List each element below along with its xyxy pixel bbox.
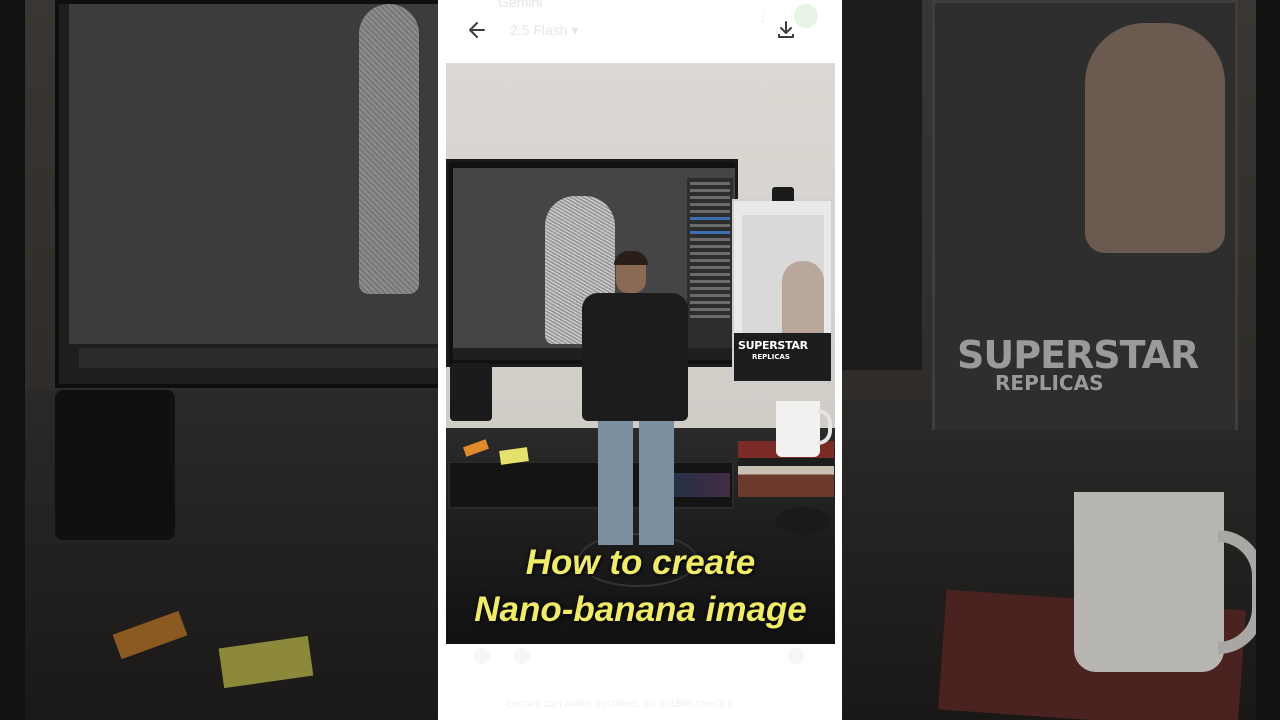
arrow-left-icon <box>469 22 485 38</box>
caption-line-1: How to create <box>525 543 756 582</box>
letterbox-left <box>0 0 25 720</box>
background-left-panel <box>25 0 438 720</box>
background-box-brand-sub: REPLICAS <box>995 371 1104 395</box>
background-speaker <box>55 390 175 540</box>
image-viewer: Gemini 2.5 Flash ▾ ⋮ SUPERSTAR REPLICAS … <box>438 0 842 720</box>
photo-mouse <box>776 507 830 535</box>
figurine-shirt <box>582 293 688 421</box>
photo-box-brand: SUPERSTAR <box>738 339 808 352</box>
background-monitor <box>55 0 438 388</box>
photo-keyboard <box>448 461 734 509</box>
photo-outliner-panel <box>687 178 733 348</box>
background-wireframe-figure <box>359 4 419 294</box>
ghost-more-icon: ⋮ <box>756 8 770 24</box>
download-icon <box>778 21 794 38</box>
ghost-app-title: Gemini <box>498 0 543 10</box>
background-mug <box>1074 492 1224 672</box>
generated-image[interactable]: SUPERSTAR REPLICAS How to create Nano-ba… <box>446 63 835 644</box>
photo-speaker <box>450 363 492 421</box>
photo-box-brand-sub: REPLICAS <box>752 353 790 361</box>
background-right-panel: SUPERSTAR REPLICAS <box>842 0 1256 720</box>
background-figure-box: SUPERSTAR REPLICAS <box>932 0 1238 436</box>
back-button[interactable] <box>459 12 495 48</box>
photo-figure-box: SUPERSTAR REPLICAS <box>732 187 833 383</box>
download-button[interactable] <box>768 12 804 48</box>
photo-mug <box>776 401 820 457</box>
background-cartoon-portrait <box>1085 23 1225 253</box>
ghost-action-row <box>468 648 812 666</box>
ghost-model-selector: 2.5 Flash ▾ <box>510 22 579 38</box>
background-taskbar <box>79 348 438 368</box>
viewer-top-bar: Gemini 2.5 Flash ▾ ⋮ <box>438 0 842 60</box>
photo-box-hanger <box>772 187 794 201</box>
photo-box-cartoon <box>782 261 824 341</box>
ghost-disclaimer: Gemini can make mistakes, so double-chec… <box>506 698 733 710</box>
background-monitor-edge <box>842 0 922 370</box>
figurine-jeans <box>598 413 674 545</box>
background-mug-handle <box>1218 530 1256 654</box>
letterbox-right <box>1256 0 1280 720</box>
caption-line-2: Nano-banana image <box>474 590 807 629</box>
